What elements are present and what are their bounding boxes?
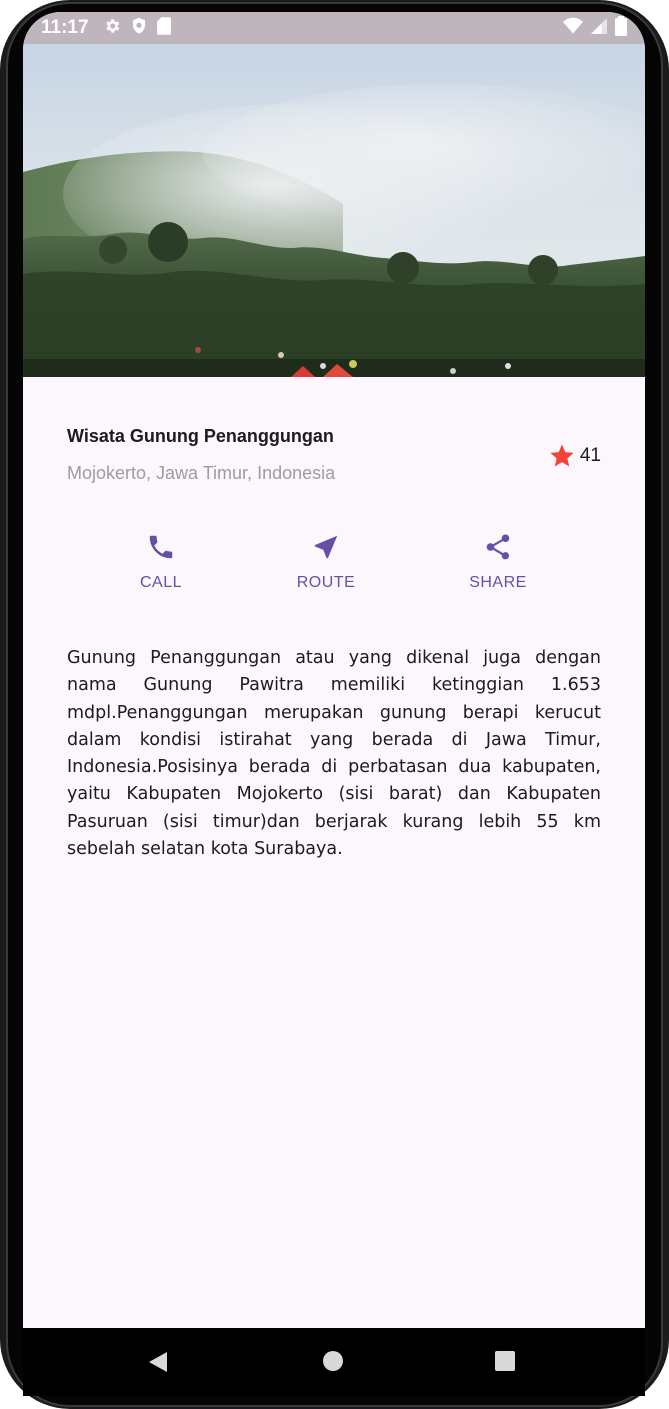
- status-bar: 11:17: [23, 12, 645, 44]
- title-section: Wisata Gunung Penanggungan Mojokerto, Ja…: [67, 426, 601, 496]
- shield-icon: [131, 17, 147, 39]
- back-icon[interactable]: [147, 1350, 169, 1374]
- share-label: SHARE: [469, 574, 527, 591]
- phone-icon: [149, 535, 173, 559]
- app-screen: 11:17 Wisata Gunung Penanggungan Mojoker…: [23, 12, 645, 1328]
- signal-icon: [591, 17, 607, 39]
- system-nav-bar: [23, 1328, 645, 1396]
- call-button[interactable]: CALL: [101, 532, 221, 592]
- home-icon[interactable]: [322, 1350, 344, 1372]
- recents-icon[interactable]: [494, 1350, 516, 1372]
- navigation-icon: [314, 535, 338, 559]
- place-title: Wisata Gunung Penanggungan: [67, 426, 334, 446]
- rating[interactable]: 41: [548, 442, 601, 470]
- wifi-icon: [563, 17, 583, 39]
- sd-card-icon: [156, 17, 171, 39]
- rating-count: 41: [579, 445, 601, 466]
- battery-icon: [615, 16, 627, 40]
- place-description: Gunung Penanggungan atau yang dikenal ju…: [67, 648, 601, 860]
- status-time: 11:17: [41, 17, 89, 38]
- call-label: CALL: [139, 574, 183, 591]
- hero-image: [23, 44, 645, 377]
- share-button[interactable]: SHARE: [438, 532, 558, 592]
- route-button[interactable]: ROUTE: [266, 532, 386, 592]
- action-buttons: CALL ROUTE SHARE: [23, 532, 645, 612]
- place-location: Mojokerto, Jawa Timur, Indonesia: [67, 463, 336, 483]
- share-icon: [486, 534, 510, 560]
- gear-icon: [103, 17, 121, 39]
- route-label: ROUTE: [296, 574, 356, 591]
- star-icon[interactable]: [548, 442, 576, 470]
